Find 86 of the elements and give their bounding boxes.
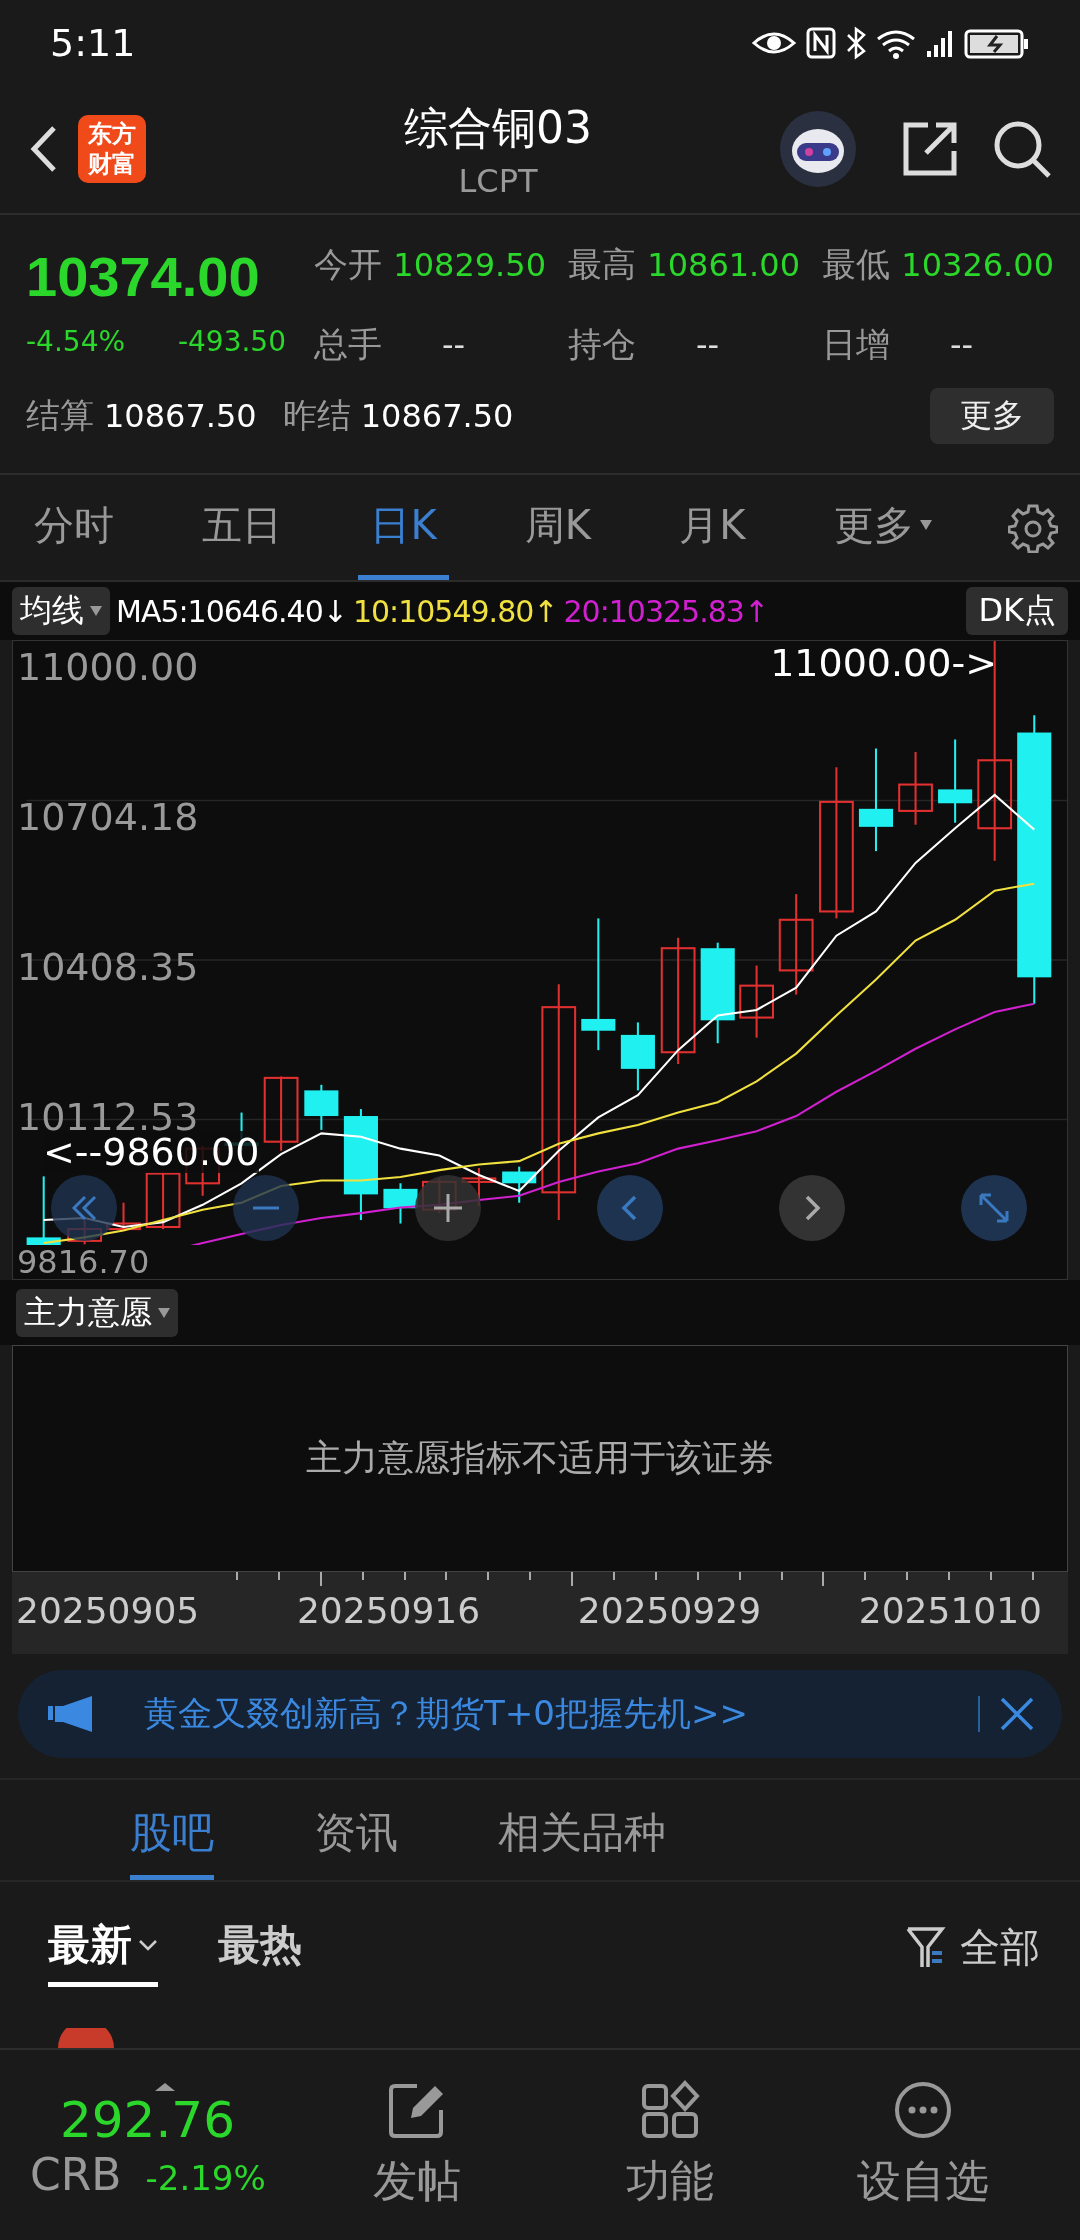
caret-icon [90,606,102,616]
indicator-dropdown[interactable]: 均线 [12,587,110,635]
toolbar-button[interactable]: 发帖 [290,2079,544,2211]
y-axis-label: 9816.70 [17,1245,199,1279]
candlestick [620,1022,655,1091]
filter-button[interactable]: 全部 [906,1919,1040,1975]
date-label: 20251010 [858,1590,1042,1631]
field-label: 日增 [822,323,890,366]
section-tab[interactable]: 相关品种 [498,1780,666,1880]
date-label: 20250929 [577,1590,762,1631]
banner-text: 黄金又叕创新高？期货T+0把握先机>> [144,1692,749,1735]
field-value: -- [696,326,720,364]
field-label: 昨结 [282,394,351,437]
scroll-start-button[interactable] [51,1175,117,1241]
field-label: 总手 [314,323,382,366]
zoom-in-button[interactable] [415,1175,481,1241]
field-label: 最低 [822,243,890,286]
period-tab[interactable]: 周K [512,475,604,580]
fullscreen-button[interactable] [961,1175,1027,1241]
candlestick [502,1166,537,1203]
app-logo[interactable]: 东方财富 [78,115,146,183]
field-value: 10861.00 [647,246,800,284]
filter-icon [906,1925,946,1969]
period-tab[interactable]: 分时 [22,475,126,580]
candlestick [106,1202,141,1231]
zoom-out-button[interactable] [233,1175,299,1241]
last-price: 10374.00 [26,244,260,310]
change-value: -493.50 [177,325,286,358]
status-time: 5:11 [50,20,136,65]
apps-icon [640,2079,700,2140]
avatar-icon [58,2028,114,2048]
caret-up-icon [155,2082,175,2091]
dk-button[interactable]: DK点 [966,587,1068,635]
search-icon[interactable] [992,119,1052,179]
toolbar-button[interactable]: 功能 [543,2079,797,2211]
high-marker: 11000.00-> [770,641,997,685]
field-value: 10326.00 [901,246,1054,284]
back-icon[interactable] [28,124,58,174]
scroll-left-button[interactable] [597,1175,663,1241]
more-button[interactable]: 更多 [930,388,1054,444]
ma-value: 20:10325.83↑ [563,593,768,629]
scroll-right-button[interactable] [779,1175,845,1241]
settings-icon[interactable] [1007,502,1058,553]
date-label: 20250905 [16,1590,200,1631]
caret-icon [158,1307,170,1318]
instrument-code: LCPT [458,161,538,200]
chevron-down-icon [138,1938,158,1951]
section-tab[interactable]: 资讯 [314,1780,398,1880]
section-tab[interactable]: 股吧 [130,1780,214,1880]
period-tab[interactable]: 更多 [821,475,944,580]
more-icon [893,2079,954,2140]
field-label: 持仓 [568,323,636,366]
period-tab[interactable]: 月K [667,475,758,580]
toolbar-button[interactable]: 设自选 [796,2079,1050,2211]
ma-value: MA5:10646.40↓ [116,593,347,629]
field-value: 10829.50 [393,246,546,284]
period-tab[interactable]: 五日 [190,475,295,580]
field-value: 10867.50 [360,397,514,435]
y-axis-label: 10704.18 [17,795,199,839]
field-value: -- [950,326,974,364]
promo-banner[interactable]: 黄金又叕创新高？期货T+0把握先机>> [18,1670,1062,1758]
empty-message: 主力意愿指标不适用于该证券 [306,1436,774,1480]
instrument-title: 综合铜03 [404,100,592,155]
sort-tab[interactable]: 最热 [218,1907,302,1987]
sort-tab[interactable]: 最新 [48,1907,158,1987]
change-percent: -4.54% [26,325,126,358]
candlestick [304,1084,339,1130]
megaphone-icon [48,1694,94,1734]
caret-icon [919,520,932,530]
date-label: 20250916 [296,1590,481,1631]
field-label: 最高 [568,243,636,286]
ma-value: 10:10549.80↑ [352,593,558,629]
index-change: -2.19% [145,2157,266,2198]
field-label: 结算 [26,394,94,437]
index-value: 292.76 [59,2090,236,2149]
close-icon[interactable] [1000,1697,1034,1731]
field-label: 今开 [314,243,382,286]
candlestick [383,1183,418,1224]
robot-avatar-icon[interactable] [780,111,856,187]
field-value: -- [442,326,466,364]
y-axis-label: 10408.35 [17,945,199,989]
y-axis-label: 11000.00 [17,645,199,689]
candlestick [145,1171,181,1230]
index-name: CRB [30,2148,122,2200]
field-value: 10867.50 [104,397,257,435]
indicator-dropdown[interactable]: 主力意愿 [16,1288,178,1337]
